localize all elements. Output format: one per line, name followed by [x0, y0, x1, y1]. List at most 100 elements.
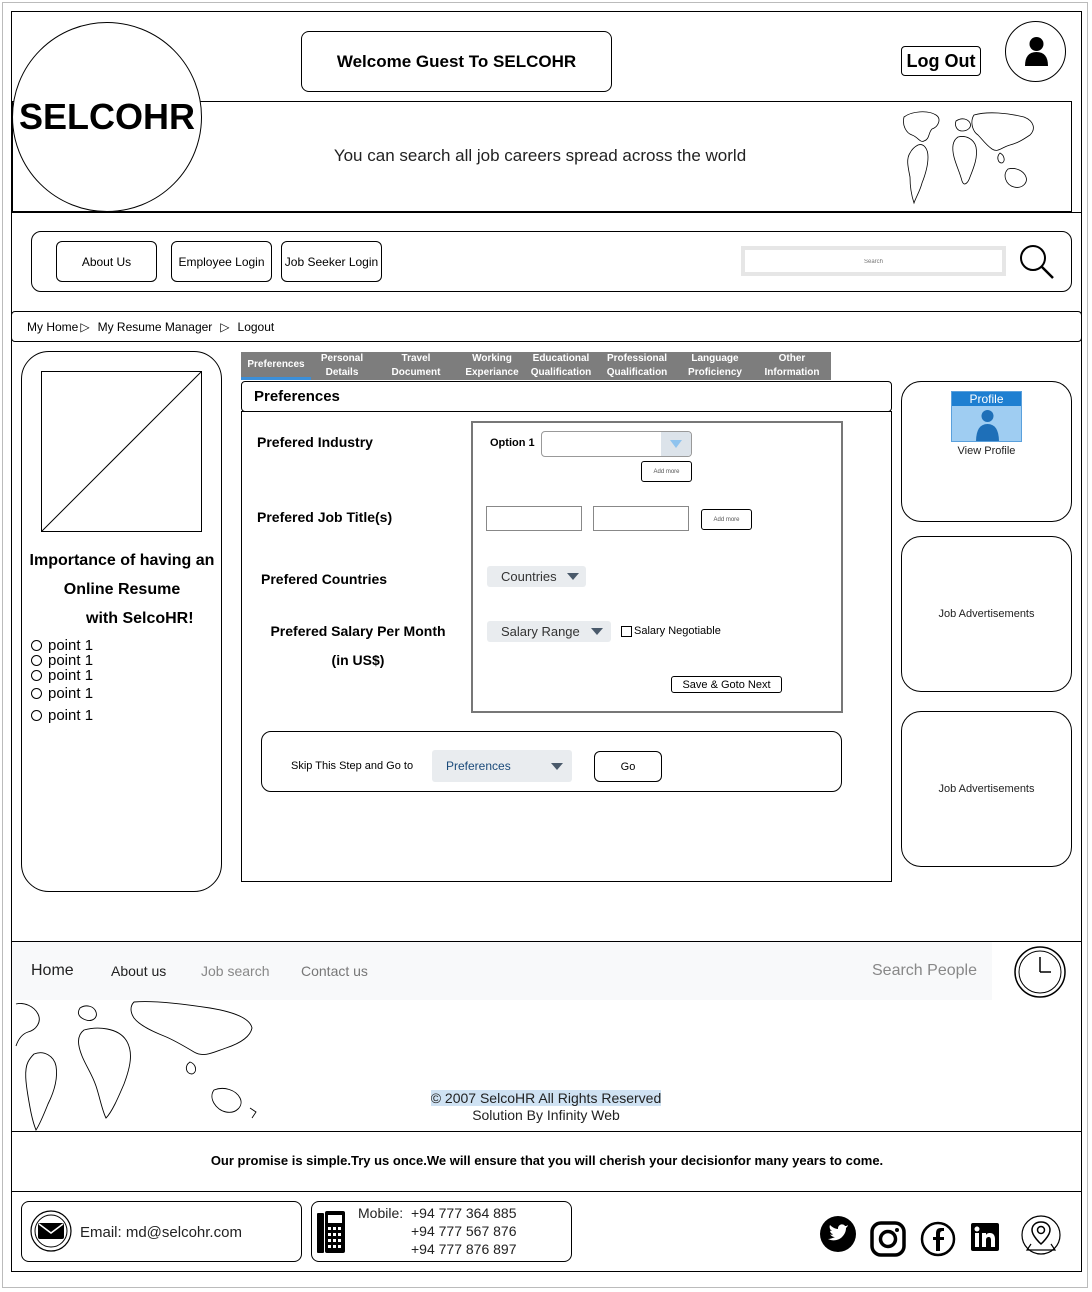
facebook-icon[interactable]	[920, 1221, 956, 1257]
logo-text: SELCOHR	[18, 96, 195, 137]
tab-label: Language	[691, 353, 739, 364]
sidebar-title-line2: Online Resume	[63, 581, 181, 598]
phone-number[interactable]: +94 777 876 897	[411, 1241, 517, 1257]
salary-negotiable-checkbox-row[interactable]: Salary Negotiable	[621, 625, 721, 637]
salary-range-select[interactable]: Salary Range	[487, 621, 611, 642]
tab-label: Document	[391, 367, 441, 378]
job-ad-card[interactable]: Job Advertisements	[901, 711, 1072, 867]
world-map-icon	[15, 1001, 257, 1131]
tab-travel-document[interactable]: Travel Document	[373, 352, 459, 380]
countries-select[interactable]: Countries	[487, 566, 586, 587]
chevron-down-icon	[591, 628, 603, 635]
footer-job-search-link[interactable]: Job search	[201, 963, 269, 979]
mail-icon	[30, 1210, 72, 1252]
section-header: Preferences	[241, 381, 892, 412]
profile-button[interactable]: Profile	[951, 391, 1022, 442]
tab-label: Preferences	[247, 358, 305, 370]
list-item: point 1	[31, 707, 93, 724]
phone-number[interactable]: +94 777 364 885	[411, 1205, 517, 1221]
tab-label: Working	[472, 353, 512, 364]
salary-negotiable-checkbox[interactable]	[621, 625, 632, 637]
breadcrumb-home[interactable]: My Home	[27, 320, 78, 334]
tab-educational-qualification[interactable]: Educational Qualification	[525, 352, 597, 380]
promise-text: Our promise is simple.Try us once.We wil…	[210, 1153, 884, 1168]
search-people-link[interactable]: Search People	[872, 962, 977, 980]
tab-label: Personal	[320, 353, 364, 364]
salary-label-line1: Prefered Salary Per Month	[270, 623, 446, 639]
search-icon[interactable]	[1018, 243, 1056, 281]
divider	[12, 1191, 1082, 1192]
sidebar-title: Importance of having an Online Resume wi…	[22, 546, 222, 633]
option-label: Option 1	[490, 437, 535, 449]
add-more-button[interactable]: Add more	[641, 461, 692, 482]
job-title-input-2[interactable]	[593, 506, 689, 531]
skip-step-select[interactable]: Preferences	[432, 750, 572, 782]
footer-home-link[interactable]: Home	[31, 962, 74, 980]
copyright: © 2007 SelcoHR All Rights Reserved	[300, 1090, 792, 1106]
industry-select[interactable]	[541, 431, 692, 457]
welcome-banner: Welcome Guest To SELCOHR	[301, 31, 612, 92]
breadcrumb-resume-manager[interactable]: My Resume Manager	[98, 320, 213, 334]
chevron-right-icon: ▷	[80, 319, 90, 334]
twitter-icon[interactable]	[819, 1215, 857, 1253]
go-button[interactable]: Go	[594, 751, 662, 782]
tab-language-proficiency[interactable]: Language Proficiency	[677, 352, 753, 380]
job-ad-card[interactable]: Job Advertisements	[901, 536, 1072, 692]
phone-number[interactable]: +94 777 567 876	[411, 1223, 517, 1239]
instagram-icon[interactable]	[869, 1220, 907, 1258]
copyright-text: © 2007 SelcoHR All Rights Reserved	[430, 1090, 662, 1106]
section-title: Preferences	[254, 388, 340, 405]
bullet-icon	[31, 655, 42, 666]
tab-working-experience[interactable]: Working Experiance	[459, 352, 525, 380]
search-input[interactable]	[745, 251, 1002, 273]
add-more-button[interactable]: Add more	[701, 509, 752, 530]
industry-label: Prefered Industry	[257, 434, 373, 450]
salary-negotiable-label: Salary Negotiable	[634, 625, 721, 637]
view-profile-link[interactable]: View Profile	[921, 445, 1052, 457]
list-item-text: point 1	[48, 685, 94, 702]
user-avatar[interactable]	[1005, 21, 1066, 82]
mobile-label: Mobile:	[358, 1205, 404, 1221]
chevron-right-icon: ▷	[220, 319, 230, 334]
email-text[interactable]: Email: md@selcohr.com	[80, 1224, 242, 1241]
save-next-button[interactable]: Save & Goto Next	[671, 676, 782, 693]
tab-label: Details	[325, 367, 359, 378]
image-placeholder	[41, 371, 202, 532]
tab-other-information[interactable]: Other Information	[753, 352, 831, 380]
job-title-input-1[interactable]	[486, 506, 582, 531]
list-item-text: point 1	[48, 707, 94, 724]
tagline: You can search all job careers spread ac…	[333, 146, 747, 165]
tab-professional-qualification[interactable]: Professional Qualification	[597, 352, 677, 380]
profile-badge: Profile	[952, 392, 1021, 406]
divider	[12, 212, 1082, 213]
tab-label: Qualification	[530, 367, 592, 378]
dropdown-button[interactable]	[661, 432, 691, 456]
linkedin-icon[interactable]	[971, 1223, 999, 1251]
chevron-down-icon	[551, 763, 563, 770]
skip-step-label: Skip This Step and Go to	[291, 760, 414, 772]
list-item-text: point 1	[48, 667, 94, 684]
user-icon	[976, 410, 999, 441]
footer-about-link[interactable]: About us	[111, 963, 166, 979]
job-seeker-login-button[interactable]: Job Seeker Login	[281, 241, 382, 282]
divider	[12, 1131, 1082, 1132]
tab-personal-details[interactable]: Personal Details	[311, 352, 373, 380]
clock-icon	[1014, 946, 1066, 998]
footer-contact-link[interactable]: Contact us	[301, 963, 368, 979]
location-icon[interactable]	[1020, 1214, 1062, 1256]
breadcrumb-logout[interactable]: Logout	[238, 320, 275, 334]
employee-login-button[interactable]: Employee Login	[171, 241, 272, 282]
job-ad-text: Job Advertisements	[938, 783, 1035, 795]
salary-range-value: Salary Range	[501, 624, 580, 639]
phone-icon	[317, 1211, 345, 1253]
bullet-icon	[31, 640, 42, 651]
solution-credit: Solution By Infinity Web	[472, 1107, 620, 1123]
about-us-button[interactable]: About Us	[56, 241, 157, 282]
logout-button[interactable]: Log Out	[901, 46, 981, 76]
world-map-icon	[903, 111, 1034, 205]
tab-label: Information	[764, 367, 820, 378]
tab-label: Experiance	[465, 367, 519, 378]
bullet-icon	[31, 688, 42, 699]
salary-label: Prefered Salary Per Month (in US$)	[258, 617, 458, 675]
tab-preferences[interactable]: Preferences	[241, 352, 311, 380]
